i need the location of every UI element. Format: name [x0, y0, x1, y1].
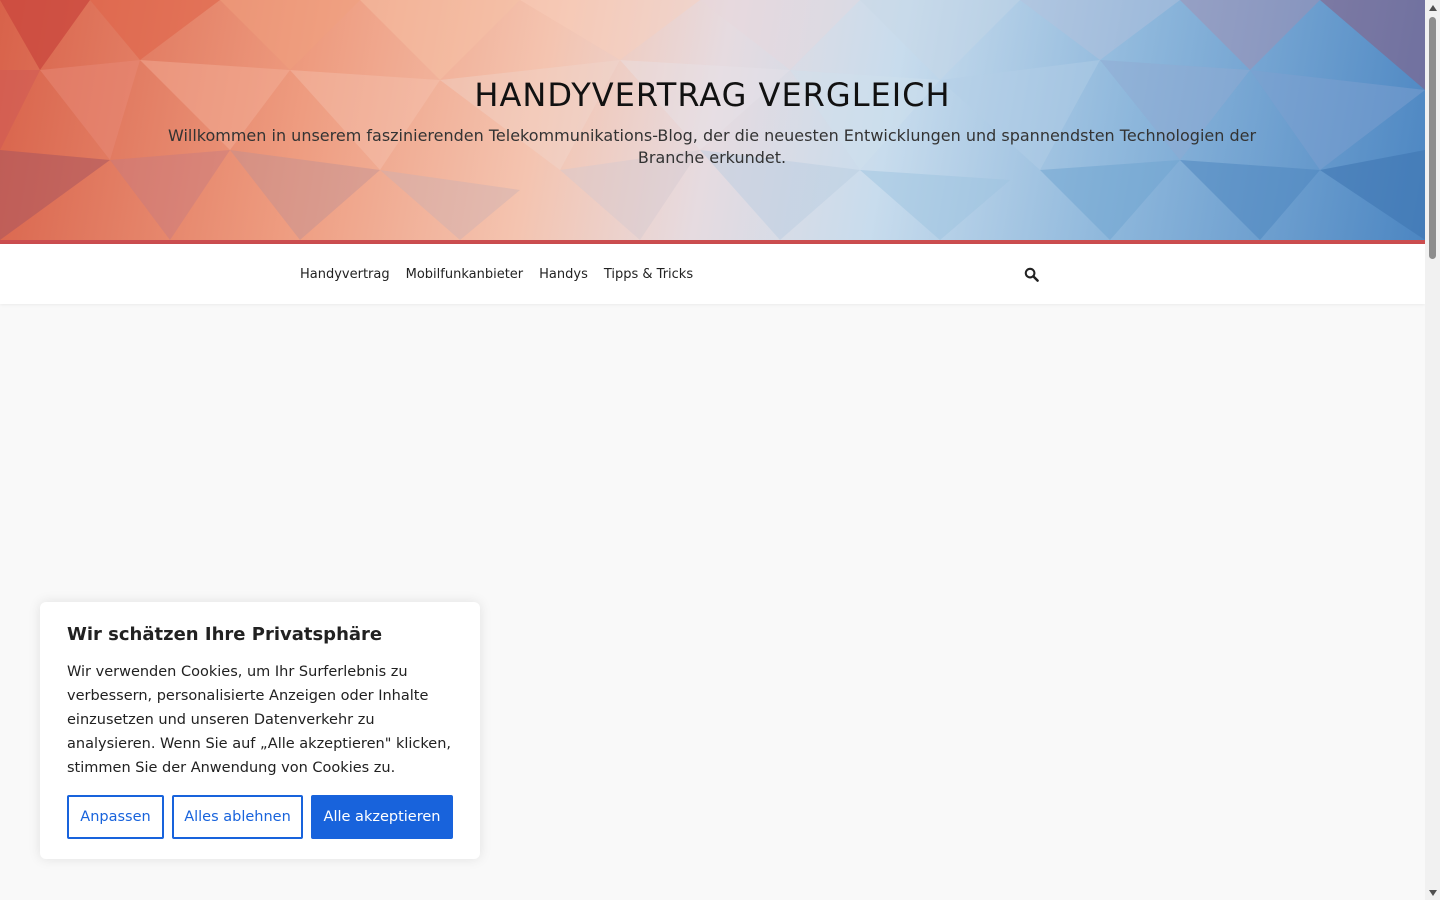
customize-button[interactable]: Anpassen [67, 795, 164, 839]
scroll-up-arrow[interactable] [1425, 0, 1440, 15]
reject-all-button[interactable]: Alles ablehnen [172, 795, 303, 839]
search-icon [1024, 267, 1039, 282]
caret-down-icon [1428, 889, 1437, 896]
page: HANDYVERTRAG VERGLEICH Willkommen in uns… [0, 0, 1425, 900]
caret-up-icon [1428, 4, 1437, 11]
cookie-consent-banner: Wir schätzen Ihre Privatsphäre Wir verwe… [40, 602, 480, 859]
cookie-button-group: Anpassen Alles ablehnen Alle akzeptieren [67, 795, 453, 839]
nav-menu: Handyvertrag Mobilfunkanbieter Handys Ti… [292, 244, 701, 304]
nav-item-handyvertrag[interactable]: Handyvertrag [292, 267, 398, 282]
site-header: HANDYVERTRAG VERGLEICH Willkommen in uns… [0, 0, 1425, 240]
nav-item-tipps-tricks[interactable]: Tipps & Tricks [596, 267, 701, 282]
accept-all-button[interactable]: Alle akzeptieren [311, 795, 453, 839]
search-button[interactable] [1020, 263, 1042, 285]
cookie-banner-text: Wir verwenden Cookies, um Ihr Surferlebn… [67, 664, 451, 776]
site-title[interactable]: HANDYVERTRAG VERGLEICH [0, 76, 1425, 114]
cookie-banner-title: Wir schätzen Ihre Privatsphäre [67, 624, 383, 645]
vertical-scrollbar[interactable] [1425, 0, 1440, 900]
nav-item-handys[interactable]: Handys [531, 267, 596, 282]
site-description: Willkommen in unserem faszinierenden Tel… [167, 126, 1257, 167]
main-navigation: Handyvertrag Mobilfunkanbieter Handys Ti… [0, 244, 1425, 304]
scroll-down-arrow[interactable] [1425, 885, 1440, 900]
scrollbar-thumb[interactable] [1429, 17, 1436, 259]
nav-item-mobilfunkanbieter[interactable]: Mobilfunkanbieter [398, 267, 532, 282]
header-background-pattern [0, 0, 1425, 240]
